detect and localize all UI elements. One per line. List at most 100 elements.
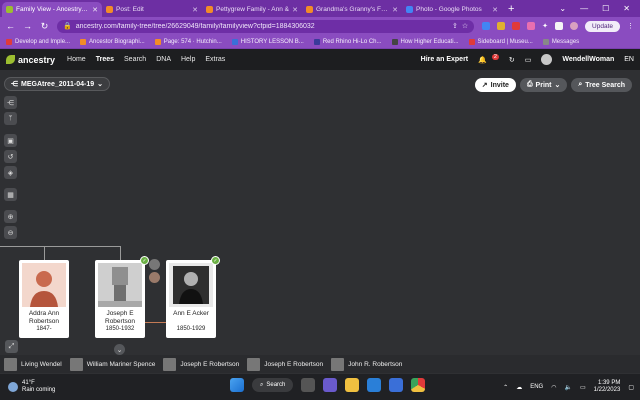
new-tab-button[interactable]: + [502, 3, 520, 17]
close-window-icon[interactable]: ✕ [623, 4, 630, 13]
chevron-up-icon[interactable]: ⌃ [503, 384, 508, 391]
ancestry-logo[interactable]: ancestry [6, 55, 55, 65]
task-view-icon[interactable] [301, 378, 316, 392]
nav-home[interactable]: Home [67, 56, 86, 63]
weather-text: Rain coming [22, 387, 56, 393]
search-icon: ⌕ [578, 81, 583, 88]
bookmarks-bar: Develop and Imple... Ancestor Biographi.… [0, 35, 640, 49]
bookmark-item[interactable]: HISTORY LESSON B... [231, 38, 304, 45]
sidepanel-icon[interactable] [555, 22, 564, 30]
profile-avatar[interactable] [570, 22, 579, 30]
hint-leaf-icon[interactable]: ✓ [140, 256, 149, 265]
recent-person[interactable]: Joseph E Robertson [247, 357, 323, 371]
close-tab-icon[interactable]: ✕ [192, 6, 198, 14]
update-button[interactable]: Update [585, 20, 620, 32]
minimize-icon[interactable]: — [580, 4, 588, 13]
bookmark-item[interactable]: Messages [542, 38, 579, 45]
language-indicator[interactable]: ENG [530, 384, 543, 390]
chevron-down-icon[interactable]: ⌄ [559, 4, 566, 13]
edge-icon[interactable] [389, 378, 404, 392]
messages-icon[interactable]: ▭ [525, 56, 532, 64]
bookmark-item[interactable]: Sideboard | Museu... [468, 38, 533, 45]
nav-extras[interactable]: Extras [205, 56, 225, 63]
tab-pettygrew[interactable]: Pettygrew Family - Ann & ✕ [202, 2, 302, 17]
kebab-menu-icon[interactable]: ⋮ [627, 22, 634, 30]
bookmark-item[interactable]: Page: 574 · Hutchin... [154, 38, 222, 45]
maximize-icon[interactable]: ☐ [602, 4, 609, 13]
clock[interactable]: 1:39 PM 1/22/2023 [594, 380, 621, 394]
recent-person[interactable]: John R. Robertson [331, 357, 402, 371]
expand-children-button[interactable]: ⌄ [114, 344, 125, 355]
tree-selector[interactable]: ⋲ MEGAtree_2011-04-19 ⌄ [4, 77, 111, 91]
windows-start-icon[interactable] [230, 378, 244, 392]
recent-people-bar: Living Wendel William Mariner Spence Jos… [0, 355, 640, 373]
hints-icon[interactable]: ↻ [509, 56, 515, 64]
close-tab-icon[interactable]: ✕ [492, 6, 498, 14]
tab-google-photos[interactable]: Photo - Google Photos ✕ [402, 2, 502, 17]
bookmark-item[interactable]: Ancestor Biographi... [80, 38, 145, 45]
connector-line [44, 246, 45, 260]
taskbar-search[interactable]: ⌕ Search [252, 378, 294, 392]
url-field[interactable]: 🔒 ancestry.com/family-tree/tree/26629049… [57, 19, 475, 33]
recent-person[interactable]: William Mariner Spence [69, 357, 155, 371]
battery-icon[interactable]: ▭ [580, 384, 586, 391]
file-explorer-icon[interactable] [345, 378, 360, 392]
speaker-icon[interactable]: 🔈 [564, 384, 571, 391]
bookmark-item[interactable]: Develop and Imple... [6, 38, 70, 45]
person-card-addra[interactable]: Addra Ann Robertson 1847- [19, 260, 69, 338]
extension-icon[interactable] [512, 22, 521, 30]
chrome-icon[interactable] [411, 378, 426, 392]
avatar[interactable] [149, 259, 160, 270]
tab-grandma[interactable]: Grandma's Granny's Fam ✕ [302, 2, 402, 17]
extension-icon[interactable] [527, 22, 536, 30]
avatar[interactable] [541, 54, 553, 65]
share-icon[interactable]: ⇪ [452, 22, 458, 30]
nav-search[interactable]: Search [124, 56, 146, 63]
weather-widget[interactable]: 41°F Rain coming [8, 380, 128, 394]
bookmark-favicon-icon [313, 38, 320, 45]
nav-help[interactable]: Help [181, 56, 195, 63]
language-selector[interactable]: EN [624, 56, 634, 63]
hint-leaf-icon[interactable]: ✓ [211, 256, 220, 265]
hire-expert-link[interactable]: Hire an Expert [421, 56, 468, 63]
notification-icon[interactable]: ▢ [628, 384, 634, 391]
temperature: 41°F [22, 380, 35, 386]
tab-post-edit[interactable]: Post: Edit ✕ [102, 2, 202, 17]
bookmark-favicon-icon [80, 38, 87, 45]
puzzle-icon[interactable]: ✦ [542, 22, 548, 30]
recent-person[interactable]: Living Wendel [4, 357, 62, 371]
close-tab-icon[interactable]: ✕ [392, 6, 398, 14]
printer-icon: ⎙ [526, 81, 533, 88]
extension-icon[interactable] [497, 22, 506, 30]
bell-icon[interactable]: 🔔 [478, 56, 487, 64]
nav-dna[interactable]: DNA [156, 56, 171, 63]
invite-button[interactable]: ↗ Invite [474, 78, 516, 92]
tab-ancestry[interactable]: Family View - Ancestry.com ✕ [2, 2, 102, 17]
extension-icon[interactable] [482, 22, 491, 30]
star-icon[interactable]: ☆ [462, 22, 468, 30]
print-button[interactable]: ⎙ Print ⌄ [519, 78, 568, 92]
person-card-joseph[interactable]: Joseph E Robertson 1850-1932 [95, 260, 145, 338]
mail-icon[interactable] [367, 378, 382, 392]
wifi-icon[interactable]: ◠ [551, 384, 556, 391]
person-card-ann[interactable]: Ann E Acker 1850-1929 [166, 260, 216, 338]
close-tab-icon[interactable]: ✕ [292, 6, 298, 14]
nav-trees[interactable]: Trees [96, 56, 114, 63]
username[interactable]: WendellWoman [562, 56, 614, 63]
cloud-icon[interactable]: ☁ [516, 384, 522, 391]
avatar [69, 357, 83, 371]
recent-person[interactable]: Joseph E Robertson [163, 357, 239, 371]
teams-chat-icon[interactable] [323, 378, 338, 392]
close-tab-icon[interactable]: ✕ [92, 6, 98, 14]
tree-search-button[interactable]: ⌕ Tree Search [571, 78, 632, 92]
fullscreen-icon[interactable]: ⤢ [5, 340, 18, 353]
reload-icon[interactable]: ↻ [40, 21, 49, 32]
bookmark-item[interactable]: How Higher Educati... [391, 38, 459, 45]
tree-actions: ↗ Invite ⎙ Print ⌄ ⌕ Tree Search [474, 78, 632, 92]
forward-arrow-icon[interactable]: → [23, 21, 32, 31]
family-tree-canvas[interactable]: Addra Ann Robertson 1847- Joseph E Rober… [0, 96, 640, 356]
avatar[interactable] [149, 272, 160, 283]
back-arrow-icon[interactable]: ← [6, 21, 15, 31]
bookmark-item[interactable]: Red Rhino Hi-Lo Ch... [313, 38, 382, 45]
person-name: Joseph E Robertson [105, 310, 135, 325]
